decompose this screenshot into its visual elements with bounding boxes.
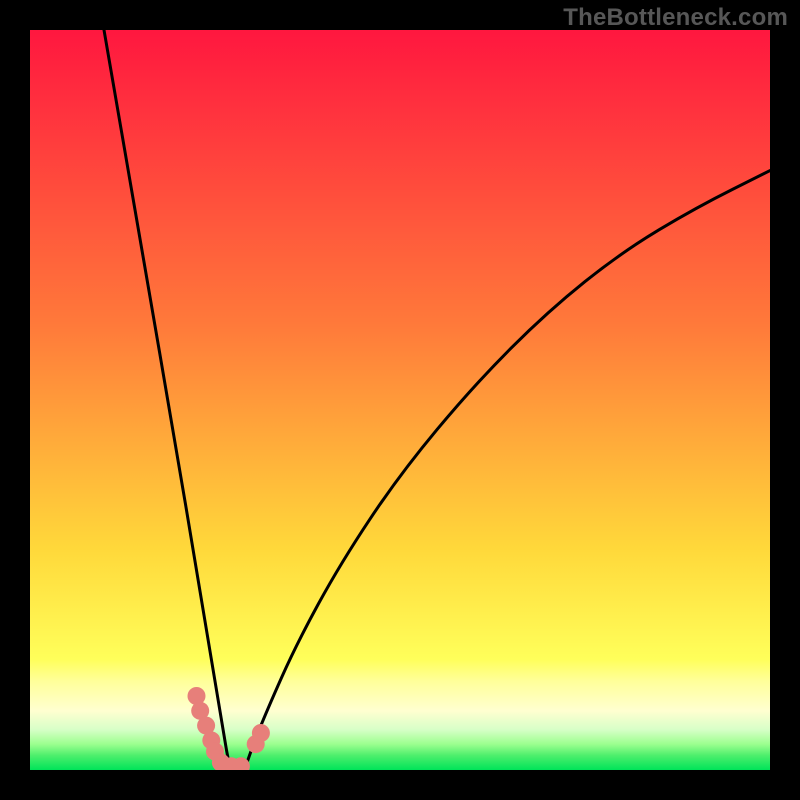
bottleneck-chart: [30, 30, 770, 770]
gradient-background: [30, 30, 770, 770]
chart-frame: TheBottleneck.com: [0, 0, 800, 800]
sample-marker: [252, 724, 270, 742]
watermark-text: TheBottleneck.com: [563, 4, 788, 32]
plot-area: [30, 30, 770, 770]
